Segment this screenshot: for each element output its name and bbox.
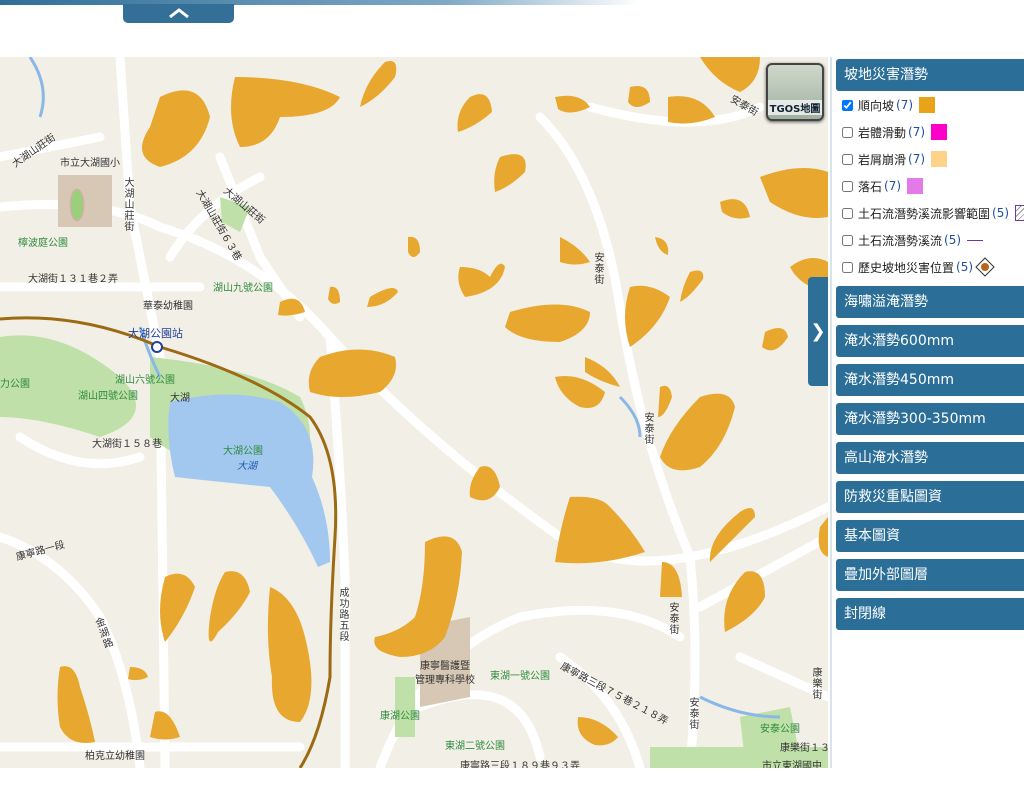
map-label: 大湖街１３１巷２弄 (28, 274, 118, 285)
legend-swatch (919, 97, 936, 113)
layer-count: (7) (884, 179, 902, 193)
section-disaster-key[interactable]: 防救災重點圖資 (836, 481, 1024, 513)
layer-count: (5) (992, 206, 1010, 220)
layer-label: 歷史坡地災害位置 (858, 260, 955, 275)
layer-historic-hazard[interactable]: 歷史坡地災害位置 (5) (842, 257, 995, 277)
layer-checkbox[interactable] (842, 153, 853, 165)
map-label: 成功路五段 (337, 587, 348, 642)
map-label: 安泰街 (667, 602, 678, 635)
map-label: 安泰公園 (760, 724, 800, 735)
layer-checkbox[interactable] (842, 180, 853, 192)
section-closure-line[interactable]: 封閉線 (836, 598, 1024, 630)
hatched-swatch (1015, 205, 1024, 221)
map-label: 康湖公園 (380, 711, 420, 722)
collapse-panel-button[interactable]: ❯ (808, 277, 828, 386)
layer-label: 岩屑崩滑 (858, 152, 907, 167)
map-label: 大湖 (237, 461, 257, 472)
map-label: 大湖山莊街 (122, 177, 133, 232)
layer-label: 落石 (858, 179, 883, 194)
section-external-layers[interactable]: 疊加外部圖層 (836, 559, 1024, 591)
layer-label: 土石流潛勢溪流 (858, 233, 943, 248)
map-label: 力公園 (0, 379, 30, 390)
map-label: 東湖一號公園 (490, 671, 550, 682)
section-flood-600[interactable]: 淹水潛勢600mm (836, 325, 1024, 357)
layer-rock-slide[interactable]: 岩體滑動 (7) (842, 123, 948, 141)
legend-swatch (931, 124, 948, 140)
diamond-icon (975, 257, 995, 277)
legend-swatch (907, 178, 924, 194)
map-label: 湖山六號公園 (115, 375, 175, 386)
top-bar-line (0, 0, 640, 5)
layer-count: (5) (944, 233, 962, 247)
layer-checkbox[interactable] (842, 234, 853, 246)
section-slope-hazard[interactable]: 坡地災害潛勢 (836, 59, 1024, 91)
layer-panel: 坡地災害潛勢 順向坡 (7) 岩體滑動 (7) 岩屑崩滑 (7) 落石 (7) 土石流潛… (830, 57, 1024, 768)
school-ground (58, 175, 112, 227)
map-label: 安泰街 (592, 252, 603, 285)
map-label: 安泰街 (642, 412, 653, 445)
layer-checkbox[interactable] (842, 207, 853, 219)
collapse-header-button[interactable] (123, 4, 234, 23)
section-mountain-flood[interactable]: 高山淹水潛勢 (836, 442, 1024, 474)
map-label: 湖山四號公園 (78, 391, 138, 402)
layer-debris-slide[interactable]: 岩屑崩滑 (7) (842, 150, 948, 168)
map-label: 湖山九號公園 (213, 283, 273, 294)
bottom-margin (0, 768, 1024, 786)
map-label: 康寧醫護暨 (420, 661, 470, 672)
layer-label: 岩體滑動 (858, 125, 907, 140)
map-label: 華泰幼稚園 (143, 301, 193, 312)
map-label: 市立大湖國小 (60, 158, 120, 169)
map-label: 康樂街１３ (780, 743, 828, 754)
map-label: 東湖二號公園 (445, 741, 505, 752)
layer-debris-flow-area[interactable]: 土石流潛勢溪流影響範圍 (5) (842, 204, 1024, 222)
map-label: 管理專科學校 (415, 675, 475, 686)
map-view[interactable]: 市立大湖國小 檸波庭公園 大湖街１３１巷２弄 大湖山莊街 大湖山莊街 大湖山莊街… (0, 57, 828, 768)
map-label: 檸波庭公園 (18, 238, 68, 249)
map-canvas (0, 57, 828, 768)
map-label: 大湖公園 (223, 446, 263, 457)
layer-checkbox[interactable] (842, 126, 853, 138)
layer-dip-slope[interactable]: 順向坡 (7) (842, 96, 936, 114)
layer-count: (7) (896, 98, 914, 112)
layer-count: (5) (956, 260, 974, 274)
section-base-data[interactable]: 基本圖資 (836, 520, 1024, 552)
layer-debris-flow-stream[interactable]: 土石流潛勢溪流 (5) (842, 231, 984, 249)
map-label: 大湖街１５８巷 (92, 439, 162, 450)
line-swatch (967, 239, 984, 241)
layer-count: (7) (908, 125, 926, 139)
layer-checkbox[interactable] (842, 99, 853, 111)
layer-rockfall[interactable]: 落石 (7) (842, 177, 924, 195)
map-label: 康寧路三段１８９巷９３弄 (460, 761, 580, 768)
map-label: 安泰街 (687, 697, 698, 730)
map-label: 柏克立幼稚園 (85, 751, 145, 762)
section-flood-300[interactable]: 淹水潛勢300-350mm (836, 403, 1024, 435)
school-track (69, 188, 85, 222)
mrt-station-icon (151, 341, 163, 353)
layer-label: 順向坡 (858, 98, 895, 113)
chevron-up-icon (168, 8, 189, 19)
map-label: 市立東湖國中 (762, 761, 822, 768)
legend-swatch (931, 151, 948, 167)
map-label: 大湖 (170, 393, 190, 404)
layer-label: 土石流潛勢溪流影響範圍 (858, 206, 991, 221)
section-tsunami[interactable]: 海嘯溢淹潛勢 (836, 286, 1024, 318)
section-flood-450[interactable]: 淹水潛勢450mm (836, 364, 1024, 396)
basemap-label: TGOS地圖 (768, 100, 822, 115)
layer-checkbox[interactable] (842, 261, 853, 273)
map-label: 康樂街 (810, 667, 821, 700)
chevron-right-icon: ❯ (810, 321, 826, 342)
map-label: 大湖公園站 (128, 327, 183, 340)
basemap-switch-button[interactable]: TGOS地圖 (766, 63, 824, 121)
layer-count: (7) (908, 152, 926, 166)
